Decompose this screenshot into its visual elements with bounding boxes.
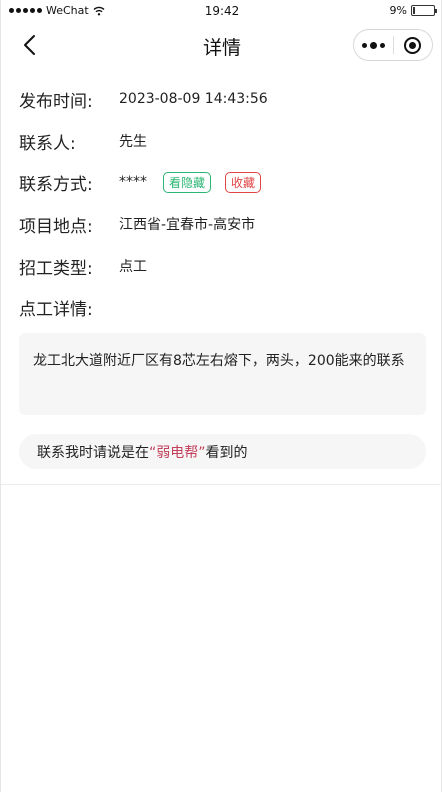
status-right: 9%: [389, 4, 437, 17]
detail-label-row: 点工详情:: [19, 293, 119, 321]
contact-person-row: 联系人: 先生: [19, 127, 147, 155]
screen: WeChat 19:42 9% 详情 发布时间: 2023-08-09 14:4…: [0, 0, 442, 792]
job-type-row: 招工类型: 点工: [19, 252, 147, 280]
nav-bar: 详情: [1, 22, 442, 68]
location-row: 项目地点: 江西省-宜春市-高安市: [19, 210, 255, 238]
detail-label: 点工详情:: [19, 299, 93, 320]
battery-fill: [413, 7, 415, 14]
battery-percent: 9%: [389, 4, 407, 17]
status-time: 19:42: [204, 4, 240, 18]
publish-time-value: 2023-08-09 14:43:56: [119, 91, 268, 107]
favorite-button[interactable]: 收藏: [225, 171, 262, 193]
contact-person-label: 联系人:: [19, 133, 76, 154]
detail-text-box: 龙工北大道附近厂区有8芯左右熔下，两头，200能来的联系: [19, 333, 426, 415]
target-icon: [404, 36, 422, 54]
job-type-label: 招工类型:: [19, 258, 93, 279]
location-value: 江西省-宜春市-高安市: [119, 217, 256, 233]
contact-method-label: 联系方式:: [19, 174, 93, 195]
job-type-value: 点工: [119, 259, 147, 275]
close-mini-program-button[interactable]: [394, 30, 432, 60]
battery-icon: [411, 5, 437, 16]
status-bar: WeChat 19:42 9%: [1, 0, 442, 22]
more-button[interactable]: [354, 30, 393, 60]
location-label: 项目地点:: [19, 216, 93, 237]
notice-prefix: 联系我时请说是在: [37, 444, 149, 461]
contact-method-row: 联系方式: **** 看隐藏 收藏: [19, 168, 262, 196]
more-dot-icon: [380, 42, 385, 48]
notice-brand: “弱电帮”: [149, 444, 206, 461]
contact-person-value: 先生: [119, 134, 147, 150]
mini-program-capsule: [353, 29, 433, 61]
more-dot-icon: [370, 41, 377, 49]
section-divider: [1, 484, 442, 485]
notice-suffix: 看到的: [205, 444, 248, 461]
contact-method-value: ****: [119, 174, 147, 190]
more-dot-icon: [362, 42, 367, 48]
view-hidden-button[interactable]: 看隐藏: [163, 171, 212, 193]
publish-time-row: 发布时间: 2023-08-09 14:43:56: [19, 85, 268, 113]
contact-notice: 联系我时请说是在 “弱电帮” 看到的: [19, 434, 426, 469]
publish-time-label: 发布时间:: [19, 91, 93, 112]
